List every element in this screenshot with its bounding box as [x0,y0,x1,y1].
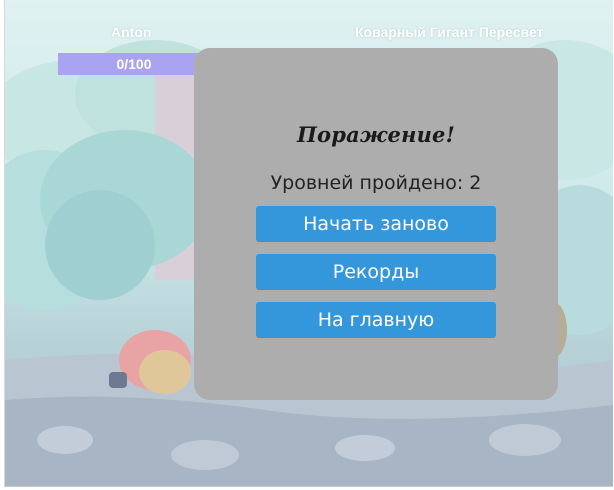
rock [489,424,561,456]
defeat-dialog: Поражение! Уровней пройдено: 2 Начать за… [194,48,558,400]
rock [37,426,93,454]
bush [45,190,155,300]
enemy-name: Коварный Гигант Пересвет [355,24,544,40]
health-text: 0/100 [116,56,152,72]
records-button[interactable]: Рекорды [256,254,496,290]
levels-passed-text: Уровней пройдено: 2 [270,172,482,194]
player-name: Anton [111,24,152,40]
home-button[interactable]: На главную [256,302,496,338]
restart-button[interactable]: Начать заново [256,206,496,242]
hero-cape [139,350,191,394]
health-bar: 0/100 [58,53,210,75]
defeat-title: Поражение! [296,122,456,147]
rock [335,435,395,461]
game-stage: Anton Коварный Гигант Пересвет 0/100 Пор… [4,0,613,487]
hero-boot [109,372,127,388]
rock [171,440,239,470]
